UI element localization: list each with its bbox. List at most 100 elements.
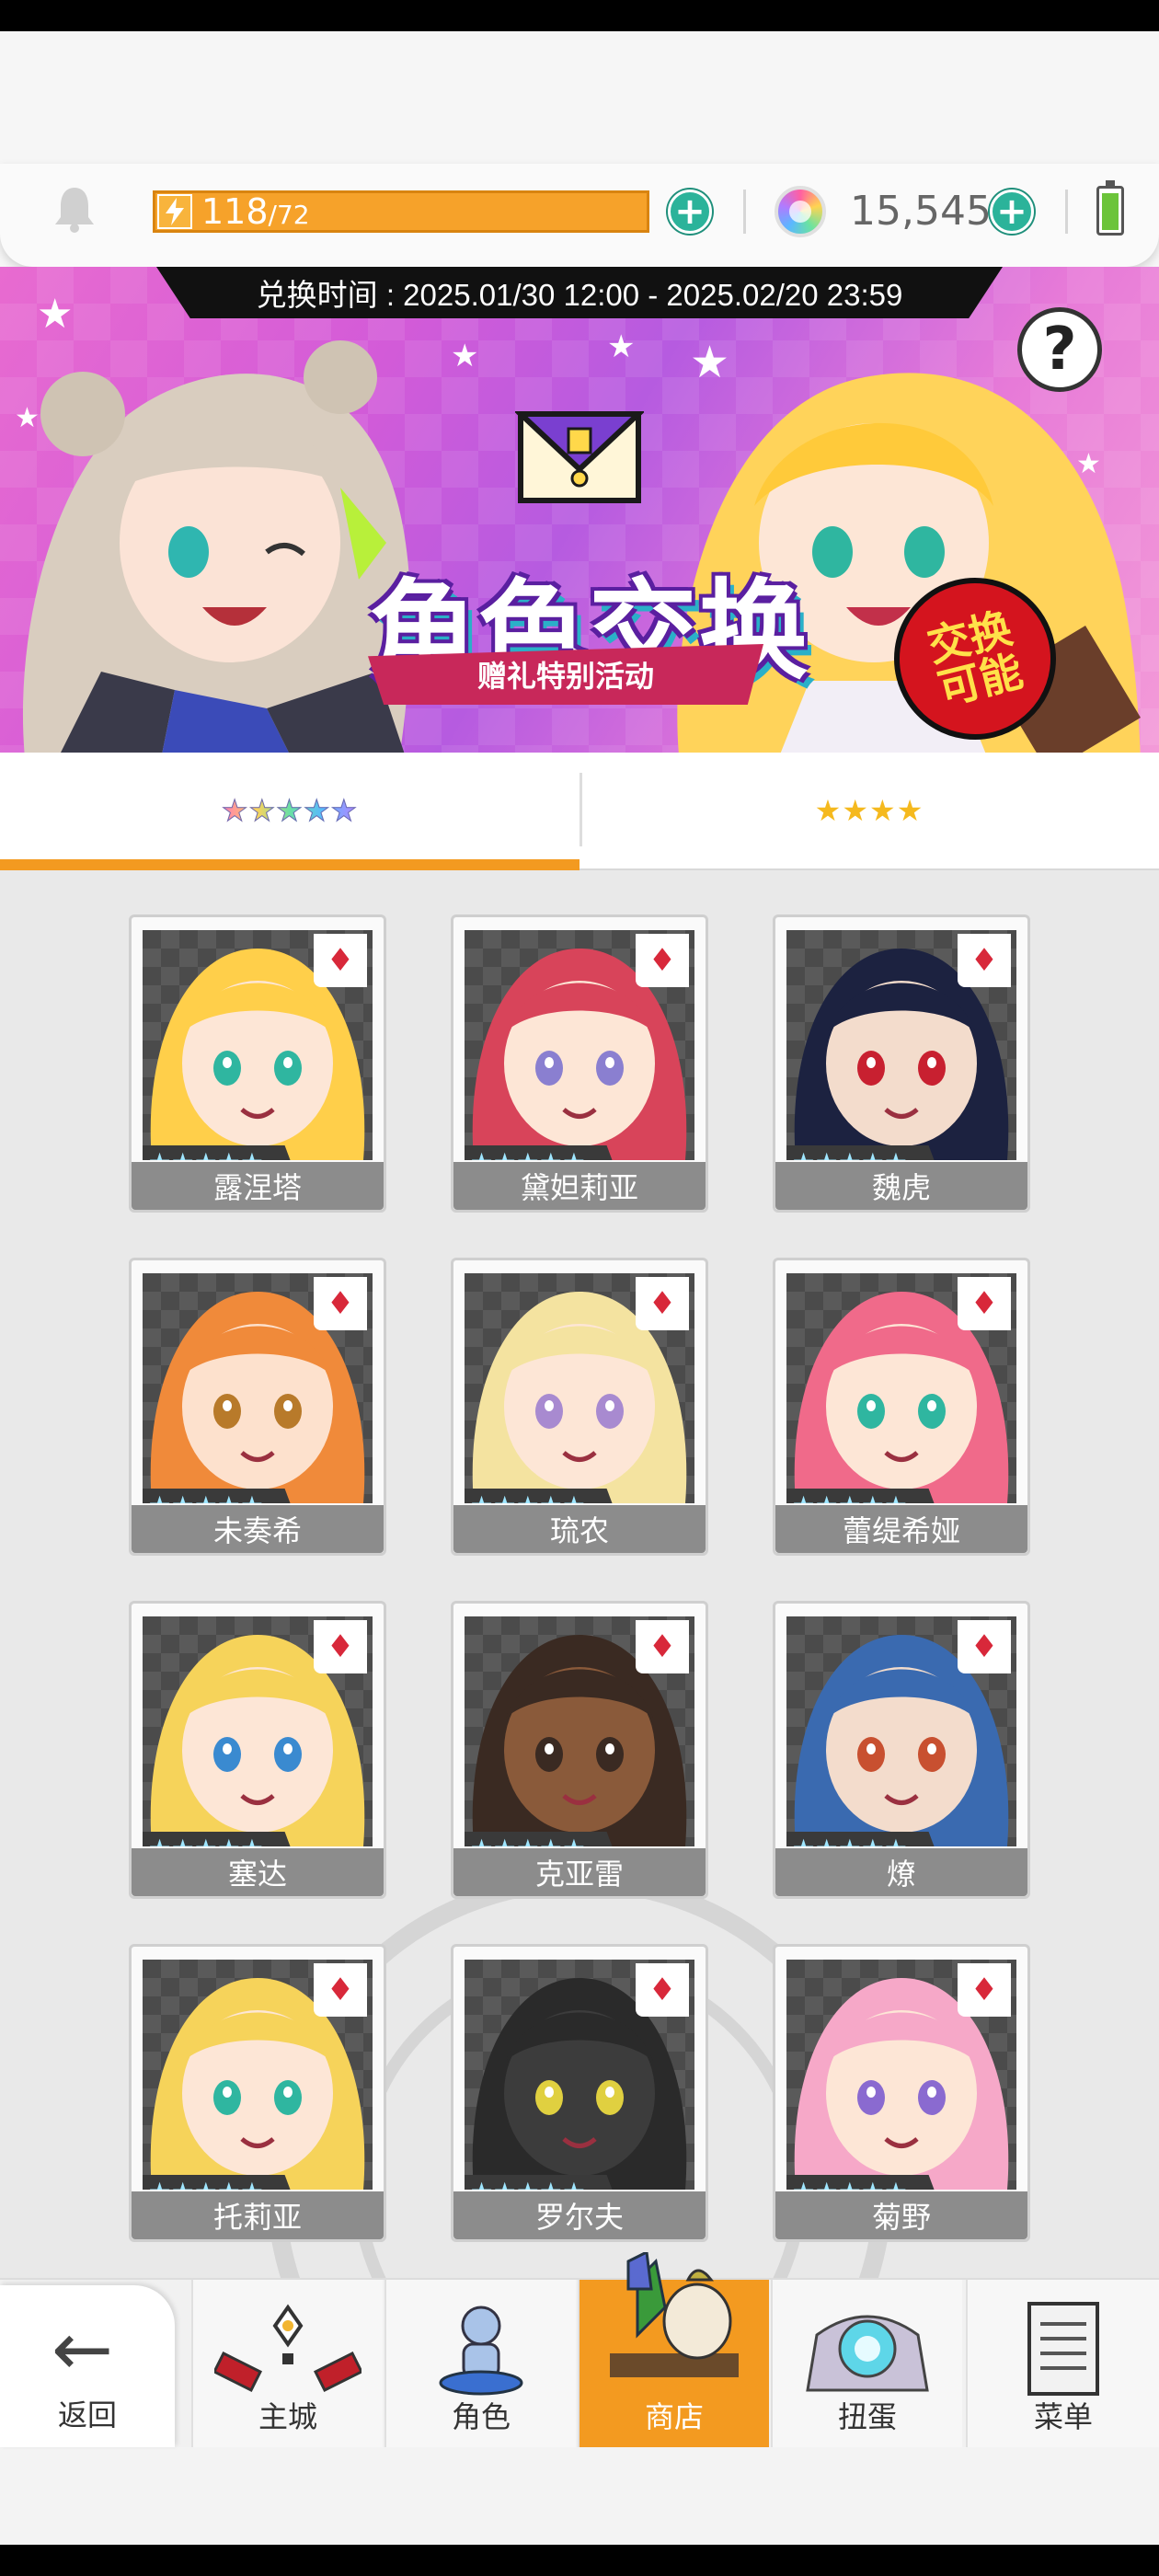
event-banner: ★ ★ ★ ★ ★ ★ 角色交换 赠礼特别活动 交换 可能 ?: [0, 267, 1159, 753]
battery-icon: [1096, 180, 1124, 236]
nav-menu[interactable]: 菜单: [966, 2280, 1159, 2449]
character-name: 魏虎: [775, 1162, 1027, 1210]
character-portrait: ♦ ★★★★★: [465, 930, 694, 1160]
shop-icon: [610, 2252, 739, 2377]
character-card[interactable]: ♦ ★★★★★ 魏虎: [773, 914, 1030, 1213]
castle-icon: [214, 2304, 361, 2393]
character-card[interactable]: ♦ ★★★★★ 黛妲莉亚: [451, 914, 708, 1213]
character-portrait: ♦ ★★★★★: [143, 1273, 373, 1503]
bottom-strip: [0, 2447, 1159, 2545]
diamond-suit-icon: ♦: [958, 1963, 1011, 2017]
lightning-icon: [157, 194, 192, 229]
character-name: 黛妲莉亚: [453, 1162, 706, 1210]
character-card[interactable]: ♦ ★★★★★ 未奏希: [129, 1258, 386, 1556]
character-portrait: ♦ ★★★★★: [465, 1616, 694, 1846]
gacha-icon: [806, 2315, 929, 2392]
star-decoration: ★: [607, 328, 636, 365]
status-bar-bottom: [0, 2545, 1159, 2576]
character-portrait: ♦ ★★★★★: [143, 930, 373, 1160]
character-card[interactable]: ♦ ★★★★★ 克亚雷: [451, 1601, 708, 1899]
diamond-suit-icon: ♦: [314, 1620, 367, 1673]
character-name: 托莉亚: [132, 2191, 384, 2239]
character-name: 露涅塔: [132, 1162, 384, 1210]
character-name: 燎: [775, 1848, 1027, 1896]
nav-character[interactable]: 角色: [384, 2280, 576, 2449]
rarity-stars: ★★★★★: [465, 1832, 619, 1846]
character-name: 菊野: [775, 2191, 1027, 2239]
back-label: 返回: [57, 2398, 117, 2432]
resource-bar: 118/72 + 15,545 +: [0, 164, 1159, 267]
energy-meter: 118/72: [153, 190, 649, 233]
rarity-stars: ★★★★★: [465, 1145, 619, 1160]
nav-castle-label: 主城: [258, 2399, 317, 2434]
rarity-stars: ★★★★★: [143, 1489, 297, 1503]
diamond-suit-icon: ♦: [314, 1963, 367, 2017]
rarity-stars: ★★★★★: [465, 2175, 619, 2190]
character-name: 未奏希: [132, 1505, 384, 1553]
help-button[interactable]: ?: [1017, 307, 1102, 392]
character-portrait: ♦ ★★★★★: [465, 1273, 694, 1503]
four-star-label: ★★★★: [814, 793, 924, 828]
add-gems-button[interactable]: +: [990, 190, 1034, 234]
character-card[interactable]: ♦ ★★★★★ 塞达: [129, 1601, 386, 1899]
rarity-stars: ★★★★★: [786, 2175, 941, 2190]
character-portrait: ♦ ★★★★★: [786, 930, 1016, 1160]
tab-four-star[interactable]: ★★★★: [580, 753, 1159, 868]
character-name: 克亚雷: [453, 1848, 706, 1896]
nav-castle[interactable]: 主城: [191, 2280, 383, 2449]
diamond-suit-icon: ♦: [636, 1620, 689, 1673]
status-bar-top: [0, 0, 1159, 31]
rainbow-gem-icon: [775, 186, 826, 237]
diamond-suit-icon: ♦: [636, 934, 689, 987]
arrow-left-icon: ←: [52, 2306, 114, 2392]
character-name: 琉农: [453, 1505, 706, 1553]
diamond-suit-icon: ♦: [636, 1277, 689, 1330]
diamond-suit-icon: ♦: [958, 1620, 1011, 1673]
character-card[interactable]: ♦ ★★★★★ 露涅塔: [129, 914, 386, 1213]
character-icon: [439, 2306, 523, 2396]
energy-current: 118: [201, 191, 269, 232]
divider: [1065, 190, 1068, 234]
nav-menu-label: 菜单: [1033, 2399, 1093, 2434]
rarity-stars: ★★★★★: [786, 1489, 941, 1503]
character-portrait: ♦ ★★★★★: [786, 1616, 1016, 1846]
character-card[interactable]: ♦ ★★★★★托莉亚: [129, 1944, 386, 2242]
add-energy-button[interactable]: +: [668, 190, 712, 234]
diamond-suit-icon: ♦: [958, 934, 1011, 987]
mail-icon: [515, 411, 644, 503]
nav-gacha[interactable]: 扭蛋: [771, 2280, 962, 2449]
tab-divider: [580, 773, 582, 846]
gem-count: 15,545: [850, 188, 992, 235]
character-name: 塞达: [132, 1848, 384, 1896]
menu-icon: [1027, 2302, 1099, 2396]
exchange-period: 兑换时间 : 2025.01/30 12:00 - 2025.02/20 23:…: [156, 267, 1003, 318]
rarity-stars: ★★★★★: [143, 1145, 297, 1160]
character-grid: ♦ ★★★★★ 露涅塔 ♦ ★★★★★ 黛妲莉亚 ♦ ★★★★★ 魏虎 ♦ ★★★★★ 未奏希 ♦ ★★★…: [0, 870, 1159, 2499]
rarity-stars: ★★★★★: [786, 1145, 941, 1160]
character-portrait: ♦ ★★★★★: [786, 1960, 1016, 2190]
character-card[interactable]: ♦ ★★★★★ 燎: [773, 1601, 1030, 1899]
nav-gacha-label: 扭蛋: [837, 2399, 897, 2434]
character-card[interactable]: ♦ ★★★★★ 琉农: [451, 1258, 708, 1556]
character-card[interactable]: ♦ ★★★★★菊野: [773, 1944, 1030, 2242]
back-button[interactable]: ← 返回: [0, 2285, 175, 2447]
character-card[interactable]: ♦ ★★★★★罗尔夫: [451, 1944, 708, 2242]
character-card[interactable]: ♦ ★★★★★ 蕾缇希娅: [773, 1258, 1030, 1556]
diamond-suit-icon: ♦: [958, 1277, 1011, 1330]
character-name: 罗尔夫: [453, 2191, 706, 2239]
nav-character-label: 角色: [451, 2399, 511, 2434]
diamond-suit-icon: ♦: [314, 1277, 367, 1330]
divider: [743, 190, 746, 234]
bell-icon[interactable]: [52, 184, 98, 234]
rarity-stars: ★★★★★: [143, 2175, 297, 2190]
rarity-stars: ★★★★★: [786, 1832, 941, 1846]
nav-shop-label: 商店: [644, 2399, 704, 2434]
nav-shop[interactable]: 商店: [578, 2252, 769, 2449]
character-portrait: ♦ ★★★★★: [143, 1960, 373, 2190]
tab-five-star[interactable]: ★★★★★: [0, 753, 580, 870]
character-portrait: ♦ ★★★★★: [786, 1273, 1016, 1503]
diamond-suit-icon: ♦: [636, 1963, 689, 2017]
diamond-suit-icon: ♦: [314, 934, 367, 987]
character-name: 蕾缇希娅: [775, 1505, 1027, 1553]
five-star-label: ★★★★★: [221, 793, 359, 829]
